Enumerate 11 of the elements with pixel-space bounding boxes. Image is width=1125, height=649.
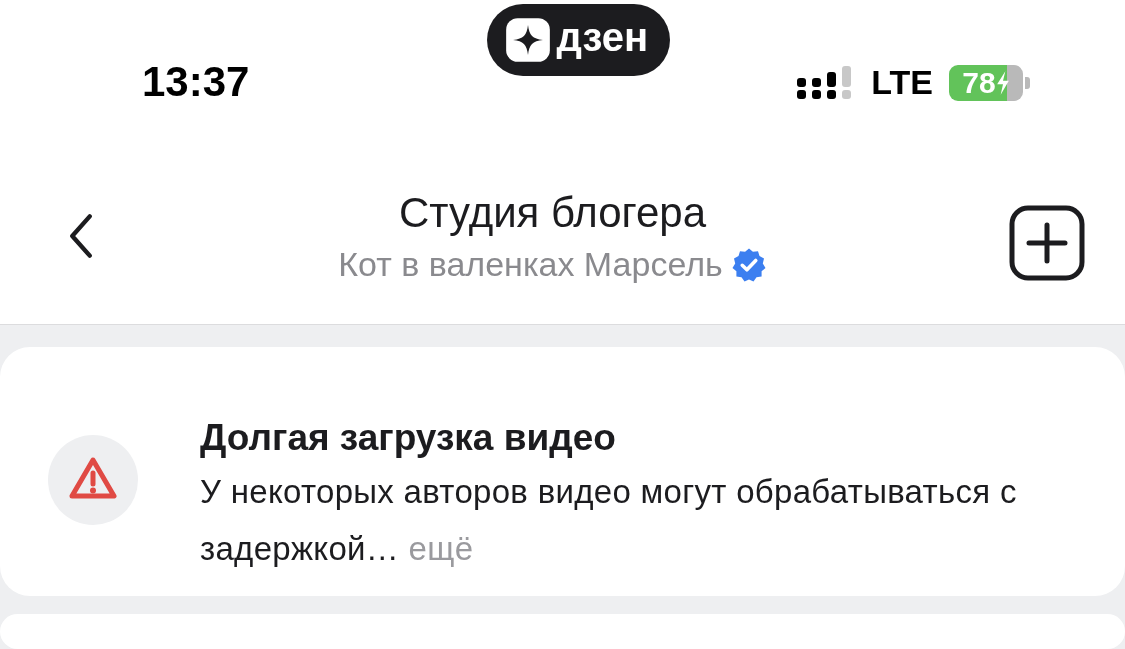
app-logo-pill: дзен — [486, 4, 671, 76]
notice-title: Долгая загрузка видео — [200, 417, 617, 459]
status-time: 13:37 — [142, 57, 250, 106]
add-button[interactable] — [1009, 204, 1085, 281]
notice-text: У некоторых авторов видео могут обрабатываться с задержкой… ещё — [200, 472, 1018, 569]
channel-name: Кот в валенках Марсель — [338, 245, 723, 284]
sparkle-icon — [504, 17, 551, 63]
warning-icon — [48, 435, 138, 525]
more-link[interactable]: ещё — [408, 530, 474, 567]
network-type: LTE — [871, 63, 933, 102]
page-title: Студия блогера — [399, 189, 706, 237]
